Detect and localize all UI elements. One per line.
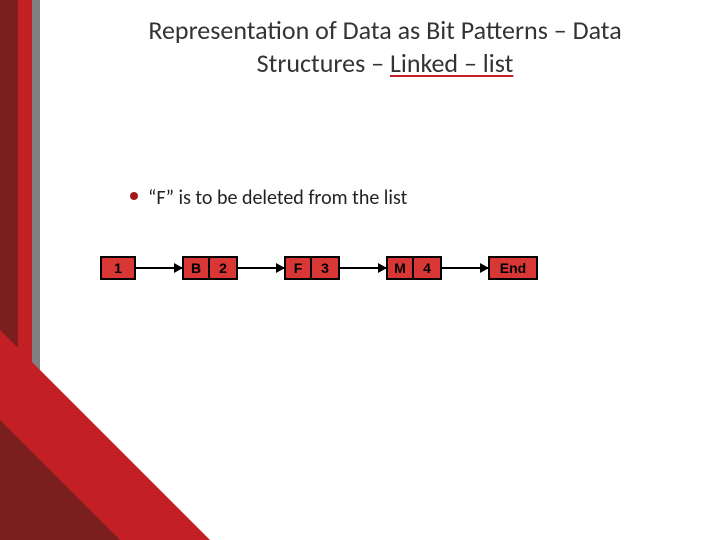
corner-triangle-dark — [0, 420, 120, 540]
slide-title: Representation of Data as Bit Patterns –… — [90, 14, 680, 79]
bullet-text: “F” is to be deleted from the list — [148, 186, 407, 210]
node-data: M — [386, 256, 414, 280]
linked-list-diagram: 1 B 2 F 3 M 4 End — [100, 256, 680, 280]
node-ptr: 2 — [210, 256, 238, 280]
list-node: B 2 — [182, 256, 238, 280]
node-ptr: 3 — [312, 256, 340, 280]
title-line-2-plain: Structures – — [257, 47, 390, 79]
arrow-icon — [340, 267, 386, 269]
list-node: F 3 — [284, 256, 340, 280]
arrow-icon — [442, 267, 488, 269]
bullet-item: “F” is to be deleted from the list — [130, 186, 407, 210]
node-data: B — [182, 256, 210, 280]
title-line-1: Representation of Data as Bit Patterns –… — [148, 14, 621, 46]
node-data: F — [284, 256, 312, 280]
arrow-icon — [136, 267, 182, 269]
bullet-dot-icon — [130, 192, 138, 200]
list-node: M 4 — [386, 256, 442, 280]
list-end-box: End — [488, 256, 538, 280]
arrow-icon — [238, 267, 284, 269]
node-ptr: 4 — [414, 256, 442, 280]
title-line-2-underlined: Linked – list — [390, 47, 513, 79]
list-head-box: 1 — [100, 256, 136, 280]
